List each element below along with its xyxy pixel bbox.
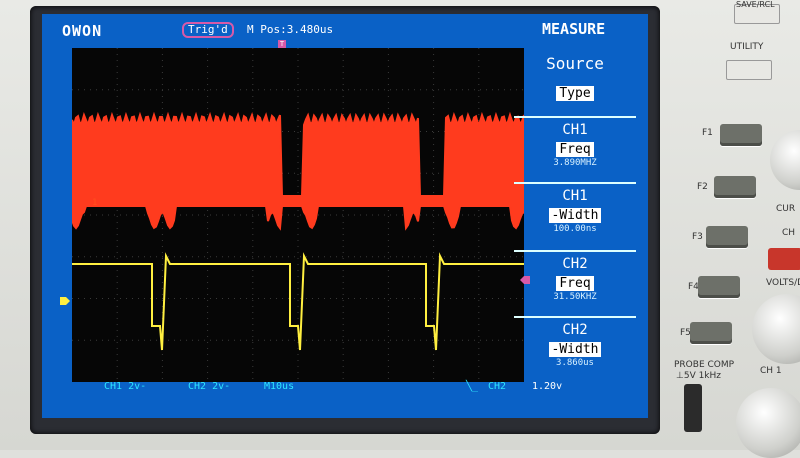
f2-label: F2 [697,182,708,192]
brand-logo: OWON [62,22,103,40]
menu-item-title: CH1 [562,122,588,138]
f1-button[interactable] [720,124,762,146]
utility-button[interactable] [726,60,772,80]
trigger-source: CH2 [488,381,507,392]
ch2-scale: CH2 2v- [188,381,231,392]
menu-item-title: CH2 [562,256,588,272]
f3-button[interactable] [706,226,748,248]
probe-comp-terminal[interactable] [684,384,702,432]
trigger-position-marker: T [278,40,286,48]
volts-div-label: VOLTS/D [766,278,800,288]
menu-item-title: CH1 [562,188,588,204]
trigger-slope-icon: ╲_ [466,381,479,392]
menu-item-ch2-width[interactable]: CH2 -Width 3.860us [514,316,636,382]
ch1-menu-button[interactable] [768,248,800,270]
menu-item-reading: 3.860us [556,358,594,368]
waveform-display [72,48,524,382]
oscilloscope-screen: OWON Trig'd M Pos:3.480us MEASURE T 1 So… [42,14,648,418]
ch1-scale: CH1 2v- [104,381,147,392]
menu-item-type: Freq [556,276,594,291]
timebase: M10us [264,381,295,392]
horizontal-position: M Pos:3.480us [247,23,334,36]
menu-item-title: CH2 [562,322,588,338]
ch2-level-marker [60,297,70,305]
menu-item-ch1-freq[interactable]: CH1 Freq 3.890MHZ [514,116,636,182]
menu-item-type: -Width [548,342,602,357]
probe-comp-spec: ⊥5V 1kHz [676,371,722,381]
menu-item-ch1-width[interactable]: CH1 -Width 100.00ns [514,182,636,250]
menu-item-source[interactable]: Type [514,82,636,101]
position-knob[interactable] [736,388,800,458]
channel-label: CH [782,228,796,238]
f4-button[interactable] [698,276,740,298]
menu-item-type: Freq [556,142,594,157]
menu-item-reading: 31.50KHZ [553,292,597,302]
ch1-waveform [72,111,524,231]
menu-item-ch2-freq[interactable]: CH2 Freq 31.50KHZ [514,250,636,316]
menu-source-label: Source [546,54,604,73]
f1-label: F1 [702,128,713,138]
probe-comp-label: PROBE COMP [674,360,735,370]
menu-item-reading: 100.00ns [553,224,597,234]
waveform-grid: 1 [72,48,524,382]
menu-source-value: Type [556,86,594,101]
ch1-trace [72,111,524,231]
ch1-level-marker: 1 [92,198,98,208]
f5-button[interactable] [690,322,732,344]
menu-title: MEASURE [542,20,606,38]
f2-button[interactable] [714,176,756,198]
ch1-knob-label: CH 1 [760,366,782,376]
trigger-status: Trig'd [182,22,234,38]
trigger-level: 1.20v [532,381,563,392]
f3-label: F3 [692,232,703,242]
save-recall-label: SAVE/RCL [736,0,775,9]
measure-menu: Source Type CH1 Freq 3.890MHZ CH1 -Width… [514,48,638,382]
menu-item-reading: 3.890MHZ [553,158,597,168]
cursor-label: CUR [776,204,796,214]
menu-item-type: -Width [548,208,602,223]
utility-label: UTILITY [730,42,764,52]
